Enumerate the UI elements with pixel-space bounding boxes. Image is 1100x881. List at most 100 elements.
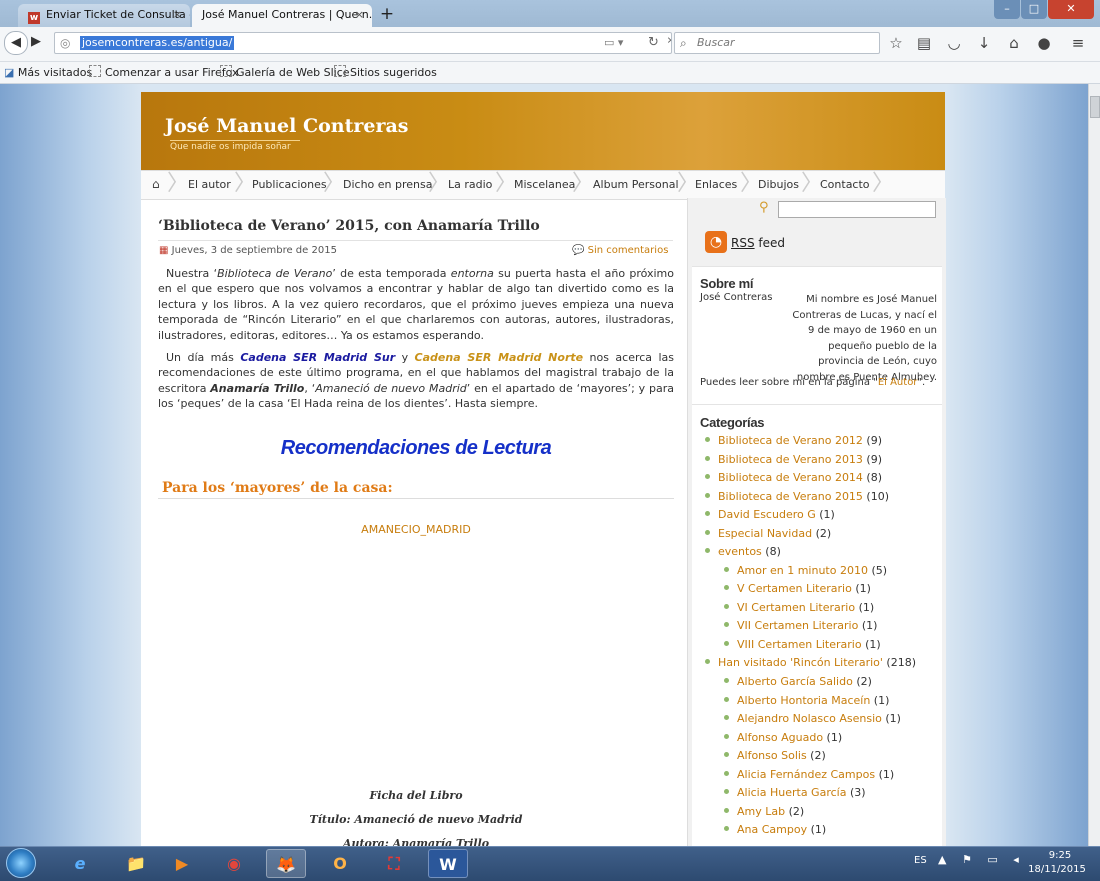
system-tray-icons[interactable]: ▲ ⚑ ▭ ◂ <box>938 853 1025 866</box>
firefox-icon[interactable]: 🦊 <box>266 849 306 878</box>
divider <box>158 498 674 499</box>
ficha-heading: Ficha del Libro <box>369 789 463 802</box>
bookmark-suggested-sites[interactable]: Sitios sugeridos <box>334 62 437 83</box>
link-cadena-ser-sur[interactable]: Cadena SER Madrid Sur <box>240 351 395 364</box>
rss-feed-link[interactable]: RSS feed <box>731 236 785 250</box>
menu-item-dibujos[interactable]: Dibujos <box>758 171 799 198</box>
rss-icon[interactable]: ◔ <box>705 231 727 253</box>
go-icon[interactable]: › <box>667 33 672 48</box>
category-item[interactable]: Biblioteca de Verano 2015 (10) <box>705 490 889 503</box>
menu-icon[interactable]: ≡ <box>1068 33 1088 53</box>
site-title[interactable]: José Manuel Contreras <box>165 115 408 137</box>
file-explorer-icon[interactable]: 📁 <box>116 849 156 878</box>
bookmark-page-icon <box>220 65 232 77</box>
back-icon[interactable]: ◀ <box>4 31 28 55</box>
category-item[interactable]: Alicia Fernández Campos (1) <box>724 768 894 781</box>
post-comments-link[interactable]: 💬 Sin comentarios <box>572 245 668 256</box>
reader-view-icon[interactable]: ▭ ▾ <box>604 36 623 49</box>
clock-date[interactable]: 18/11/2015 <box>1024 864 1090 875</box>
tab-close-icon[interactable]: × <box>355 4 364 26</box>
site-subtitle: Que nadie os impida soñar <box>170 140 300 152</box>
clock-time[interactable]: 9:25 <box>1030 850 1090 861</box>
bookmark-web-slice[interactable]: Galería de Web Slice <box>220 62 350 83</box>
bookmarks-menu-icon[interactable]: ▤ <box>914 33 934 53</box>
bookmark-page-icon <box>334 65 346 77</box>
post-paragraph-1: Nuestra ‘Biblioteca de Verano’ de esta t… <box>158 267 675 342</box>
menu-item-album-personal[interactable]: Album Personal <box>593 171 679 198</box>
category-item[interactable]: Ana Campoy (1) <box>724 823 826 836</box>
language-indicator[interactable]: ES <box>914 855 927 866</box>
about-more: Puedes leer sobre mí en la página "El Au… <box>700 377 926 388</box>
menu-item-dicho-en-prensa[interactable]: Dicho en prensa <box>343 171 432 198</box>
category-item[interactable]: Alejandro Nolasco Asensio (1) <box>724 712 901 725</box>
search-icon: ⌕ <box>680 36 687 50</box>
forward-icon[interactable]: ▶ <box>28 31 44 53</box>
post-title[interactable]: ‘Biblioteca de Verano’ 2015, con Anamarí… <box>158 218 540 234</box>
category-item[interactable]: Biblioteca de Verano 2014 (8) <box>705 471 882 484</box>
category-item[interactable]: Especial Navidad (2) <box>705 527 831 540</box>
bookmark-getting-started[interactable]: Comenzar a usar Firefox <box>89 62 239 83</box>
home-icon[interactable]: ⌂ <box>152 177 160 191</box>
minimize-button[interactable]: – <box>994 0 1020 19</box>
category-item[interactable]: Biblioteca de Verano 2012 (9) <box>705 434 882 447</box>
about-author-link[interactable]: El Autor <box>878 377 918 388</box>
url-text[interactable]: josemcontreras.es/antigua/ <box>80 36 235 50</box>
category-item[interactable]: David Escudero G (1) <box>705 508 835 521</box>
search-input[interactable]: Buscar <box>674 32 880 54</box>
category-item[interactable]: Han visitado 'Rincón Literario' (218) <box>705 656 916 669</box>
about-text: Mi nombre es José Manuel Contreras de Lu… <box>792 294 937 383</box>
close-window-button[interactable]: ✕ <box>1048 0 1094 19</box>
tab-jose-manuel-contreras[interactable]: José Manuel Contreras | Que n... × <box>192 4 372 27</box>
tab-close-icon[interactable]: × <box>173 4 182 26</box>
menu-item-contacto[interactable]: Contacto <box>820 171 870 198</box>
category-item[interactable]: Alicia Huerta García (3) <box>724 786 866 799</box>
search-icon[interactable]: ⚲ <box>759 200 769 215</box>
menu-item-la-radio[interactable]: La radio <box>448 171 492 198</box>
category-item[interactable]: eventos (8) <box>705 545 781 558</box>
category-item[interactable]: Amor en 1 minuto 2010 (5) <box>724 564 887 577</box>
category-item[interactable]: Alberto García Salido (2) <box>724 675 872 688</box>
bookmark-most-visited[interactable]: ◪ Más visitados <box>4 62 92 83</box>
downloads-icon[interactable]: ↓ <box>974 33 994 53</box>
reload-icon[interactable]: ↻ <box>648 35 659 50</box>
category-item[interactable]: VIII Certamen Literario (1) <box>724 638 881 651</box>
category-item[interactable]: Biblioteca de Verano 2013 (9) <box>705 453 882 466</box>
acrobat-icon[interactable]: ⛶ <box>374 849 414 878</box>
maximize-button[interactable]: □ <box>1021 0 1047 19</box>
about-author-name: José Contreras <box>700 292 773 303</box>
bookmark-page-icon <box>89 65 101 77</box>
new-tab-button[interactable]: + <box>376 4 398 26</box>
category-item[interactable]: Amy Lab (2) <box>724 805 804 818</box>
chrome-icon[interactable]: ◉ <box>214 849 254 878</box>
site-identity-icon[interactable]: ◎ <box>60 36 70 50</box>
start-button[interactable] <box>6 848 36 878</box>
categories-heading: Categorías <box>700 415 765 430</box>
internet-explorer-icon[interactable]: e <box>60 849 100 878</box>
book-cover-image[interactable]: AMANECIO_MADRID <box>158 523 674 536</box>
sidebar-search-input[interactable] <box>778 201 936 218</box>
scrollbar-thumb[interactable] <box>1090 96 1100 118</box>
tab-enviar-ticket[interactable]: w Enviar Ticket de Consulta -... × <box>18 4 190 27</box>
category-item[interactable]: VII Certamen Literario (1) <box>724 619 877 632</box>
word-icon[interactable]: W <box>428 849 468 878</box>
menu-item-miscelanea[interactable]: Miscelanea <box>514 171 575 198</box>
recommendations-heading: Recomendaciones de Lectura <box>280 437 552 459</box>
outlook-icon[interactable]: O <box>320 849 360 878</box>
category-item[interactable]: Alfonso Solis (2) <box>724 749 826 762</box>
category-item[interactable]: VI Certamen Literario (1) <box>724 601 874 614</box>
pocket-icon[interactable]: ◡ <box>944 33 964 53</box>
hello-chat-icon[interactable]: ● <box>1034 33 1054 53</box>
category-item[interactable]: V Certamen Literario (1) <box>724 582 871 595</box>
category-item[interactable]: Alberto Hontoria Maceín (1) <box>724 694 889 707</box>
menu-item-el-autor[interactable]: El autor <box>188 171 231 198</box>
media-player-icon[interactable]: ▶ <box>162 849 202 878</box>
link-cadena-ser-norte[interactable]: Cadena SER Madrid Norte <box>415 351 584 364</box>
menu-item-publicaciones[interactable]: Publicaciones <box>252 171 327 198</box>
bookmark-star-icon[interactable]: ☆ <box>886 33 906 53</box>
category-item[interactable]: Alfonso Aguado (1) <box>724 731 842 744</box>
page-scrollbar[interactable] <box>1088 84 1100 846</box>
home-icon[interactable]: ⌂ <box>1004 33 1024 53</box>
post-date: ▦ Jueves, 3 de septiembre de 2015 <box>159 245 337 256</box>
bookmarks-toolbar: ◪ Más visitados Comenzar a usar Firefox … <box>0 62 1100 84</box>
menu-item-enlaces[interactable]: Enlaces <box>695 171 737 198</box>
